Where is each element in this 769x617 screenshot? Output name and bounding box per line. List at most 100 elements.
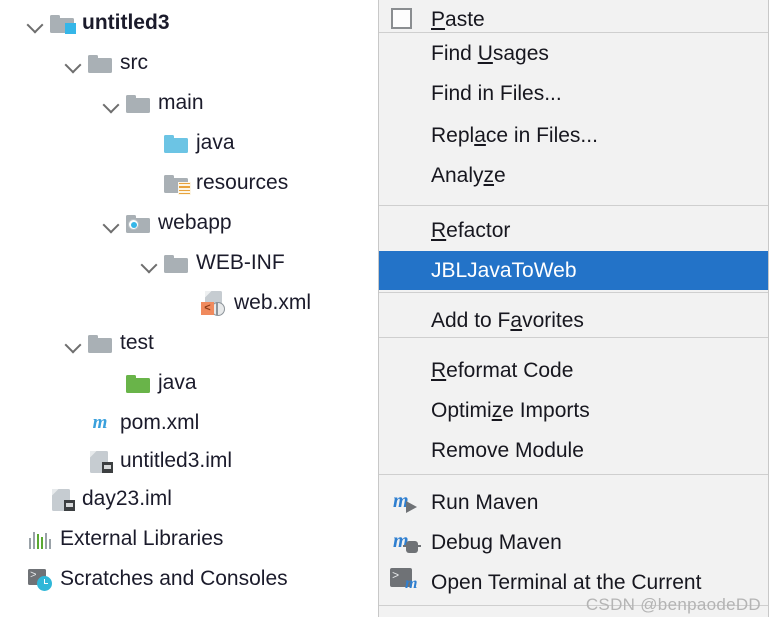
folder-gray-icon (86, 330, 114, 356)
tree-row-label: External Libraries (60, 527, 224, 550)
tree-row[interactable]: untitled3.iml (0, 441, 378, 480)
scratches-icon: > (26, 566, 54, 592)
folder-blue-icon (162, 130, 190, 156)
menu-item-gutter (379, 116, 431, 155)
tree-row[interactable]: java (0, 363, 378, 402)
menu-item-label: Run Maven (431, 491, 539, 514)
menu-separator (379, 205, 768, 206)
menu-item-label: Add to Favorites (431, 309, 584, 332)
folder-webapp-icon (124, 210, 152, 236)
folder-gray-icon (86, 50, 114, 76)
tree-row[interactable]: resources (0, 163, 378, 202)
tree-row[interactable]: src (0, 43, 378, 82)
chevron-down-icon[interactable] (22, 10, 48, 36)
tree-row[interactable]: < web.xml (0, 283, 378, 322)
watermark: CSDN @benpaodeDD (585, 595, 761, 614)
menu-item-label: Paste (431, 8, 485, 31)
menu-item-label: Reformat Code (431, 359, 574, 382)
screenshot-root: untitled3 src main java resources webapp WEB-I… (0, 0, 769, 617)
menu-separator (379, 474, 768, 475)
menu-item-label: Optimize Imports (431, 399, 590, 422)
menu-item-label: JBLJavaToWeb (431, 259, 577, 282)
chevron-down-icon[interactable] (136, 250, 162, 276)
folder-gray-icon (124, 90, 152, 116)
menu-item[interactable]: Find in Files... (379, 74, 768, 113)
tree-row[interactable]: webapp (0, 203, 378, 242)
menu-item-label: Find in Files... (431, 82, 562, 105)
tree-row-label: untitled3 (82, 11, 170, 34)
tree-row-label: java (158, 371, 197, 394)
chevron-down-icon[interactable] (60, 330, 86, 356)
tree-row-label: untitled3.iml (120, 449, 233, 472)
tree-row-label: web.xml (234, 291, 312, 314)
menu-item-label: Replace in Files... (431, 124, 598, 147)
menu-item[interactable]: Remove Module (379, 431, 768, 470)
menu-item-gutter (379, 211, 431, 250)
menu-item-gutter (379, 156, 431, 195)
menu-item-gutter: m (379, 523, 431, 562)
tree-row-label: resources (196, 171, 289, 194)
menu-item-gutter (379, 34, 431, 73)
iml-file-icon (48, 486, 76, 512)
tree-row-label: java (196, 131, 235, 154)
paste-checkbox-icon[interactable] (391, 8, 412, 29)
menu-item-gutter (379, 74, 431, 113)
menu-item[interactable]: Find Usages (379, 34, 768, 73)
chevron-down-icon[interactable] (60, 50, 86, 76)
menu-item[interactable]: Reformat Code (379, 351, 768, 390)
iml-file-icon (86, 448, 114, 474)
menu-item[interactable]: m Run Maven (379, 483, 768, 522)
chevron-down-icon[interactable] (98, 210, 124, 236)
menu-item-gutter (379, 431, 431, 470)
folder-gray-icon (162, 250, 190, 276)
tree-row[interactable]: > Scratches and Consoles (0, 559, 378, 598)
maven-icon: m (92, 411, 108, 433)
context-menu: Paste Find Usages Find in Files... Replace … (378, 0, 769, 617)
tree-row[interactable]: m pom.xml (0, 403, 378, 442)
menu-item-label: Open Terminal at the Current (431, 571, 702, 594)
tree-row-label: Scratches and Consoles (60, 567, 288, 590)
maven-debug-icon: m (393, 530, 421, 555)
tree-row-label: test (120, 331, 154, 354)
tree-row[interactable]: External Libraries (0, 519, 378, 558)
menu-item-gutter (379, 251, 431, 290)
tree-row[interactable]: day23.iml (0, 479, 378, 518)
tree-row[interactable]: main (0, 83, 378, 122)
menu-item[interactable]: Analyze (379, 156, 768, 195)
menu-item-gutter: > m (390, 568, 418, 592)
menu-item-label: Find Usages (431, 42, 549, 65)
menu-item-gutter (379, 391, 431, 430)
maven-run-icon: m (393, 490, 419, 515)
menu-item[interactable]: JBLJavaToWeb (379, 251, 768, 290)
menu-item[interactable]: Optimize Imports (379, 391, 768, 430)
folder-resources-icon (162, 170, 191, 196)
tree-row[interactable]: untitled3 (0, 3, 378, 42)
tree-row-label: src (120, 51, 148, 74)
tree-row-label: pom.xml (120, 411, 200, 434)
project-tree-panel: untitled3 src main java resources webapp WEB-I… (0, 0, 378, 617)
menu-item-label: Remove Module (431, 439, 584, 462)
menu-item-gutter (379, 301, 431, 340)
folder-green-icon (124, 370, 152, 396)
menu-item-label: Analyze (431, 164, 506, 187)
external-libraries-icon (26, 526, 54, 552)
menu-item-gutter (379, 351, 431, 390)
tree-row[interactable]: test (0, 323, 378, 362)
tree-row-label: main (158, 91, 204, 114)
tree-row[interactable]: java (0, 123, 378, 162)
folder-module-icon (48, 10, 76, 36)
menu-item-label: Refactor (431, 219, 511, 242)
menu-item-gutter: m (379, 483, 431, 522)
tree-row[interactable]: WEB-INF (0, 243, 378, 282)
menu-item[interactable]: Replace in Files... (379, 116, 768, 155)
tree-row-label: day23.iml (82, 487, 172, 510)
menu-item[interactable]: m Debug Maven (379, 523, 768, 562)
tree-row-label: WEB-INF (196, 251, 285, 274)
menu-separator (379, 292, 768, 293)
chevron-down-icon[interactable] (98, 90, 124, 116)
menu-item-label: Debug Maven (431, 531, 562, 554)
menu-item[interactable]: Add to Favorites (379, 301, 768, 340)
web-xml-icon: < (200, 290, 228, 316)
menu-item[interactable]: Refactor (379, 211, 768, 250)
tree-row-label: webapp (158, 211, 232, 234)
